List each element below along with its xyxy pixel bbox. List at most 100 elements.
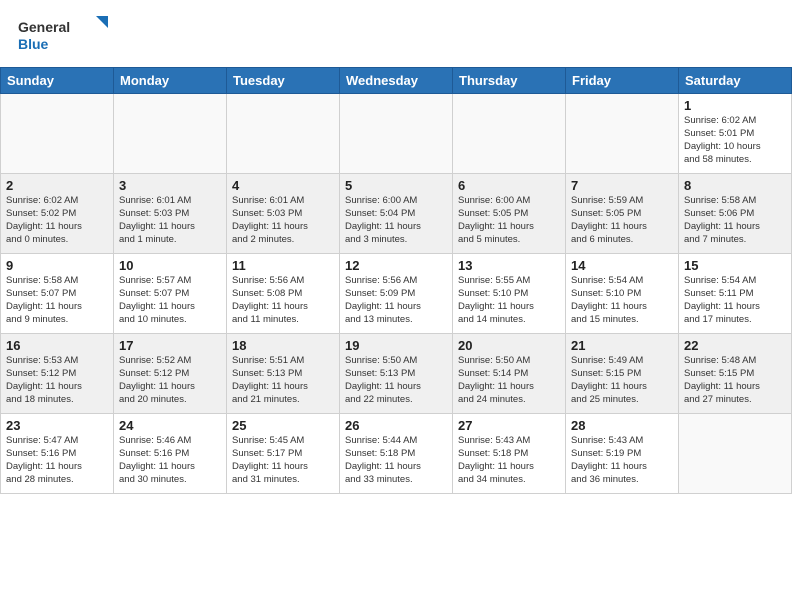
calendar-cell: 19Sunrise: 5:50 AM Sunset: 5:13 PM Dayli… bbox=[340, 333, 453, 413]
calendar-cell: 7Sunrise: 5:59 AM Sunset: 5:05 PM Daylig… bbox=[566, 173, 679, 253]
calendar-cell bbox=[453, 93, 566, 173]
calendar-cell bbox=[1, 93, 114, 173]
day-number: 10 bbox=[119, 258, 221, 273]
day-number: 15 bbox=[684, 258, 786, 273]
day-info: Sunrise: 5:43 AM Sunset: 5:19 PM Dayligh… bbox=[571, 434, 673, 487]
calendar-cell: 13Sunrise: 5:55 AM Sunset: 5:10 PM Dayli… bbox=[453, 253, 566, 333]
weekday-header-sunday: Sunday bbox=[1, 67, 114, 93]
calendar-cell: 24Sunrise: 5:46 AM Sunset: 5:16 PM Dayli… bbox=[114, 413, 227, 493]
day-info: Sunrise: 5:48 AM Sunset: 5:15 PM Dayligh… bbox=[684, 354, 786, 407]
day-info: Sunrise: 6:02 AM Sunset: 5:01 PM Dayligh… bbox=[684, 114, 786, 167]
calendar-cell bbox=[679, 413, 792, 493]
day-number: 17 bbox=[119, 338, 221, 353]
calendar-cell: 5Sunrise: 6:00 AM Sunset: 5:04 PM Daylig… bbox=[340, 173, 453, 253]
day-info: Sunrise: 5:54 AM Sunset: 5:11 PM Dayligh… bbox=[684, 274, 786, 327]
day-info: Sunrise: 5:47 AM Sunset: 5:16 PM Dayligh… bbox=[6, 434, 108, 487]
day-info: Sunrise: 5:58 AM Sunset: 5:07 PM Dayligh… bbox=[6, 274, 108, 327]
calendar-cell: 8Sunrise: 5:58 AM Sunset: 5:06 PM Daylig… bbox=[679, 173, 792, 253]
calendar-cell: 10Sunrise: 5:57 AM Sunset: 5:07 PM Dayli… bbox=[114, 253, 227, 333]
weekday-header-friday: Friday bbox=[566, 67, 679, 93]
day-number: 6 bbox=[458, 178, 560, 193]
weekday-header-monday: Monday bbox=[114, 67, 227, 93]
calendar-cell: 1Sunrise: 6:02 AM Sunset: 5:01 PM Daylig… bbox=[679, 93, 792, 173]
calendar-week-4: 16Sunrise: 5:53 AM Sunset: 5:12 PM Dayli… bbox=[1, 333, 792, 413]
calendar-week-2: 2Sunrise: 6:02 AM Sunset: 5:02 PM Daylig… bbox=[1, 173, 792, 253]
calendar-cell bbox=[114, 93, 227, 173]
calendar-cell: 15Sunrise: 5:54 AM Sunset: 5:11 PM Dayli… bbox=[679, 253, 792, 333]
day-number: 13 bbox=[458, 258, 560, 273]
day-info: Sunrise: 5:50 AM Sunset: 5:14 PM Dayligh… bbox=[458, 354, 560, 407]
calendar-page: General Blue SundayMondayTuesdayWednesda… bbox=[0, 0, 792, 612]
day-info: Sunrise: 5:52 AM Sunset: 5:12 PM Dayligh… bbox=[119, 354, 221, 407]
calendar-cell: 23Sunrise: 5:47 AM Sunset: 5:16 PM Dayli… bbox=[1, 413, 114, 493]
calendar-cell bbox=[566, 93, 679, 173]
day-number: 14 bbox=[571, 258, 673, 273]
day-info: Sunrise: 6:01 AM Sunset: 5:03 PM Dayligh… bbox=[232, 194, 334, 247]
calendar-week-1: 1Sunrise: 6:02 AM Sunset: 5:01 PM Daylig… bbox=[1, 93, 792, 173]
day-number: 19 bbox=[345, 338, 447, 353]
day-info: Sunrise: 5:58 AM Sunset: 5:06 PM Dayligh… bbox=[684, 194, 786, 247]
calendar-cell: 20Sunrise: 5:50 AM Sunset: 5:14 PM Dayli… bbox=[453, 333, 566, 413]
calendar-cell: 17Sunrise: 5:52 AM Sunset: 5:12 PM Dayli… bbox=[114, 333, 227, 413]
day-number: 9 bbox=[6, 258, 108, 273]
calendar-cell: 22Sunrise: 5:48 AM Sunset: 5:15 PM Dayli… bbox=[679, 333, 792, 413]
weekday-header-row: SundayMondayTuesdayWednesdayThursdayFrid… bbox=[1, 67, 792, 93]
day-number: 8 bbox=[684, 178, 786, 193]
day-number: 18 bbox=[232, 338, 334, 353]
calendar-cell: 18Sunrise: 5:51 AM Sunset: 5:13 PM Dayli… bbox=[227, 333, 340, 413]
weekday-header-tuesday: Tuesday bbox=[227, 67, 340, 93]
day-number: 26 bbox=[345, 418, 447, 433]
calendar-cell: 27Sunrise: 5:43 AM Sunset: 5:18 PM Dayli… bbox=[453, 413, 566, 493]
day-number: 4 bbox=[232, 178, 334, 193]
day-number: 21 bbox=[571, 338, 673, 353]
calendar-week-5: 23Sunrise: 5:47 AM Sunset: 5:16 PM Dayli… bbox=[1, 413, 792, 493]
calendar-cell: 11Sunrise: 5:56 AM Sunset: 5:08 PM Dayli… bbox=[227, 253, 340, 333]
day-number: 25 bbox=[232, 418, 334, 433]
day-number: 5 bbox=[345, 178, 447, 193]
day-number: 11 bbox=[232, 258, 334, 273]
day-info: Sunrise: 5:50 AM Sunset: 5:13 PM Dayligh… bbox=[345, 354, 447, 407]
calendar-cell: 12Sunrise: 5:56 AM Sunset: 5:09 PM Dayli… bbox=[340, 253, 453, 333]
day-info: Sunrise: 5:59 AM Sunset: 5:05 PM Dayligh… bbox=[571, 194, 673, 247]
day-info: Sunrise: 6:00 AM Sunset: 5:05 PM Dayligh… bbox=[458, 194, 560, 247]
day-number: 28 bbox=[571, 418, 673, 433]
svg-text:Blue: Blue bbox=[18, 36, 49, 52]
calendar-cell bbox=[340, 93, 453, 173]
calendar-table: SundayMondayTuesdayWednesdayThursdayFrid… bbox=[0, 67, 792, 494]
calendar-cell: 16Sunrise: 5:53 AM Sunset: 5:12 PM Dayli… bbox=[1, 333, 114, 413]
day-info: Sunrise: 5:57 AM Sunset: 5:07 PM Dayligh… bbox=[119, 274, 221, 327]
day-info: Sunrise: 5:56 AM Sunset: 5:08 PM Dayligh… bbox=[232, 274, 334, 327]
page-header: General Blue bbox=[0, 0, 792, 67]
day-number: 16 bbox=[6, 338, 108, 353]
day-number: 1 bbox=[684, 98, 786, 113]
day-number: 3 bbox=[119, 178, 221, 193]
day-info: Sunrise: 5:43 AM Sunset: 5:18 PM Dayligh… bbox=[458, 434, 560, 487]
day-info: Sunrise: 5:53 AM Sunset: 5:12 PM Dayligh… bbox=[6, 354, 108, 407]
calendar-week-3: 9Sunrise: 5:58 AM Sunset: 5:07 PM Daylig… bbox=[1, 253, 792, 333]
day-number: 22 bbox=[684, 338, 786, 353]
calendar-cell bbox=[227, 93, 340, 173]
calendar-cell: 3Sunrise: 6:01 AM Sunset: 5:03 PM Daylig… bbox=[114, 173, 227, 253]
day-info: Sunrise: 6:00 AM Sunset: 5:04 PM Dayligh… bbox=[345, 194, 447, 247]
calendar-cell: 6Sunrise: 6:00 AM Sunset: 5:05 PM Daylig… bbox=[453, 173, 566, 253]
day-info: Sunrise: 6:01 AM Sunset: 5:03 PM Dayligh… bbox=[119, 194, 221, 247]
day-number: 27 bbox=[458, 418, 560, 433]
calendar-cell: 4Sunrise: 6:01 AM Sunset: 5:03 PM Daylig… bbox=[227, 173, 340, 253]
day-info: Sunrise: 5:54 AM Sunset: 5:10 PM Dayligh… bbox=[571, 274, 673, 327]
day-info: Sunrise: 5:46 AM Sunset: 5:16 PM Dayligh… bbox=[119, 434, 221, 487]
day-info: Sunrise: 5:49 AM Sunset: 5:15 PM Dayligh… bbox=[571, 354, 673, 407]
calendar-cell: 2Sunrise: 6:02 AM Sunset: 5:02 PM Daylig… bbox=[1, 173, 114, 253]
day-info: Sunrise: 5:45 AM Sunset: 5:17 PM Dayligh… bbox=[232, 434, 334, 487]
svg-text:General: General bbox=[18, 19, 70, 35]
calendar-cell: 9Sunrise: 5:58 AM Sunset: 5:07 PM Daylig… bbox=[1, 253, 114, 333]
day-info: Sunrise: 5:51 AM Sunset: 5:13 PM Dayligh… bbox=[232, 354, 334, 407]
calendar-cell: 21Sunrise: 5:49 AM Sunset: 5:15 PM Dayli… bbox=[566, 333, 679, 413]
day-info: Sunrise: 5:56 AM Sunset: 5:09 PM Dayligh… bbox=[345, 274, 447, 327]
calendar-cell: 25Sunrise: 5:45 AM Sunset: 5:17 PM Dayli… bbox=[227, 413, 340, 493]
day-info: Sunrise: 5:55 AM Sunset: 5:10 PM Dayligh… bbox=[458, 274, 560, 327]
weekday-header-thursday: Thursday bbox=[453, 67, 566, 93]
calendar-cell: 28Sunrise: 5:43 AM Sunset: 5:19 PM Dayli… bbox=[566, 413, 679, 493]
day-number: 24 bbox=[119, 418, 221, 433]
logo-svg: General Blue bbox=[18, 14, 108, 54]
day-number: 23 bbox=[6, 418, 108, 433]
